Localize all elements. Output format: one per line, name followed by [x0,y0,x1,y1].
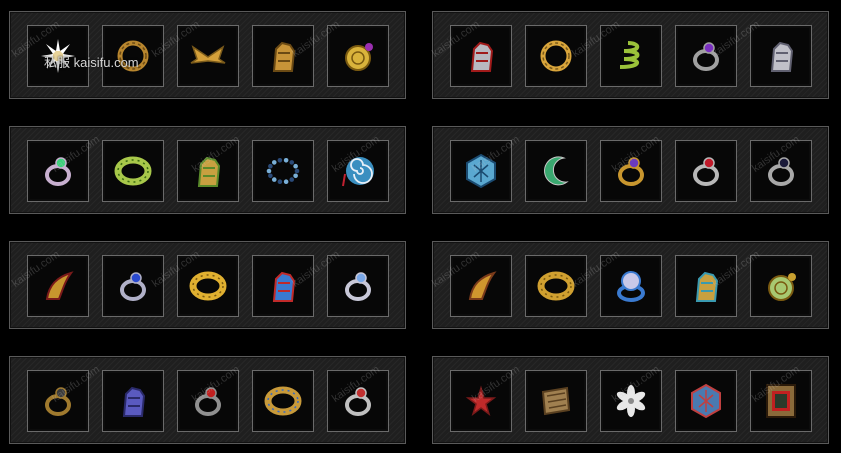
item-panel-right-2 [432,126,829,214]
item-slot[interactable] [27,255,89,317]
diamond-silver-ring-icon [345,272,371,301]
item-panel-right-1 [432,11,829,99]
item-slot[interactable] [177,255,239,317]
item-slot[interactable] [750,370,812,432]
item-slot[interactable] [102,370,164,432]
item-slot[interactable] [675,140,737,202]
site-tag: 私服 kaisifu.com [44,55,139,70]
blue-spiral-amulet-icon [342,157,374,187]
item-slot[interactable] [600,140,662,202]
item-slot[interactable] [675,255,737,317]
black-pearl-ring-icon [768,157,794,186]
dark-gold-ring-icon [45,387,71,416]
item-panel-right-3 [432,241,829,329]
silver-hook-bracer-icon [770,41,794,72]
item-slot[interactable] [252,370,314,432]
item-slot[interactable] [675,25,737,87]
gold-wing-bracer-icon [695,271,719,302]
item-slot[interactable] [327,140,389,202]
item-slot[interactable] [525,140,587,202]
item-slot[interactable] [675,370,737,432]
gold-armlet-icon [197,156,221,187]
red-relic-tablet-icon [766,384,796,418]
ancient-scroll-icon [541,386,571,416]
item-slot[interactable] [525,370,587,432]
item-slot[interactable] [252,140,314,202]
item-slot[interactable] [252,25,314,87]
violet-gem-ring-icon [693,42,719,71]
white-flower-icon [616,385,646,417]
item-slot[interactable] [450,255,512,317]
item-slot[interactable] [252,255,314,317]
blue-rune-stone-icon [691,383,721,419]
wide-gold-ring-icon [189,271,227,301]
gold-cuff-bracelet-icon [537,271,575,301]
item-panel-left-3 [9,241,406,329]
gold-gauntlet-icon [272,41,296,72]
plain-gold-ring-icon [540,40,572,72]
item-slot[interactable] [102,255,164,317]
ruby-dark-ring-icon [195,387,221,416]
red-stone-silver-ring-icon [345,387,371,416]
violet-dragon-bracer-icon [122,386,146,417]
green-serpent-ring-icon [619,41,640,69]
red-claw-bracer-icon [470,41,494,72]
item-slot[interactable] [327,25,389,87]
item-slot[interactable] [525,255,587,317]
item-slot[interactable] [327,255,389,317]
item-slot[interactable] [750,255,812,317]
item-slot[interactable] [600,25,662,87]
red-star-charm-icon [465,385,497,416]
item-slot[interactable] [600,255,662,317]
gold-gem-bracelet-icon [264,386,302,416]
item-slot[interactable] [177,370,239,432]
blue-bead-bracelet-icon [266,157,300,185]
item-panel-left-4 [9,356,406,444]
item-slot[interactable] [177,25,239,87]
blue-rune-bracelet-icon [466,153,496,189]
item-slot[interactable] [27,370,89,432]
item-slot[interactable] [450,140,512,202]
item-slot[interactable] [750,140,812,202]
serpent-silver-ring-icon [45,157,71,186]
item-slot[interactable] [750,25,812,87]
gold-horn-talisman-icon [45,271,74,300]
blue-orb-ring-icon [617,271,645,302]
sapphire-silver-ring-icon [120,272,146,301]
purple-gem-gold-ring-icon [618,157,644,186]
item-slot[interactable] [600,370,662,432]
jade-pendant-necklace-icon [768,273,796,301]
crescent-jade-ring-icon [544,156,569,186]
item-slot[interactable] [327,370,389,432]
gold-wings-ornament-icon [190,45,226,64]
blue-red-bracer-icon [272,271,296,302]
item-slot[interactable] [27,140,89,202]
ruby-silver-ring-icon [693,157,719,186]
item-slot[interactable] [450,370,512,432]
item-slot[interactable] [525,25,587,87]
item-panel-left-2 [9,126,406,214]
item-slot[interactable] [450,25,512,87]
green-jade-bracelet-icon [114,156,152,186]
gold-claw-talisman-icon [468,271,497,300]
item-slot[interactable] [177,140,239,202]
item-panel-right-4 [432,356,829,444]
item-slot[interactable] [102,140,164,202]
gold-medallion-icon [345,43,373,71]
